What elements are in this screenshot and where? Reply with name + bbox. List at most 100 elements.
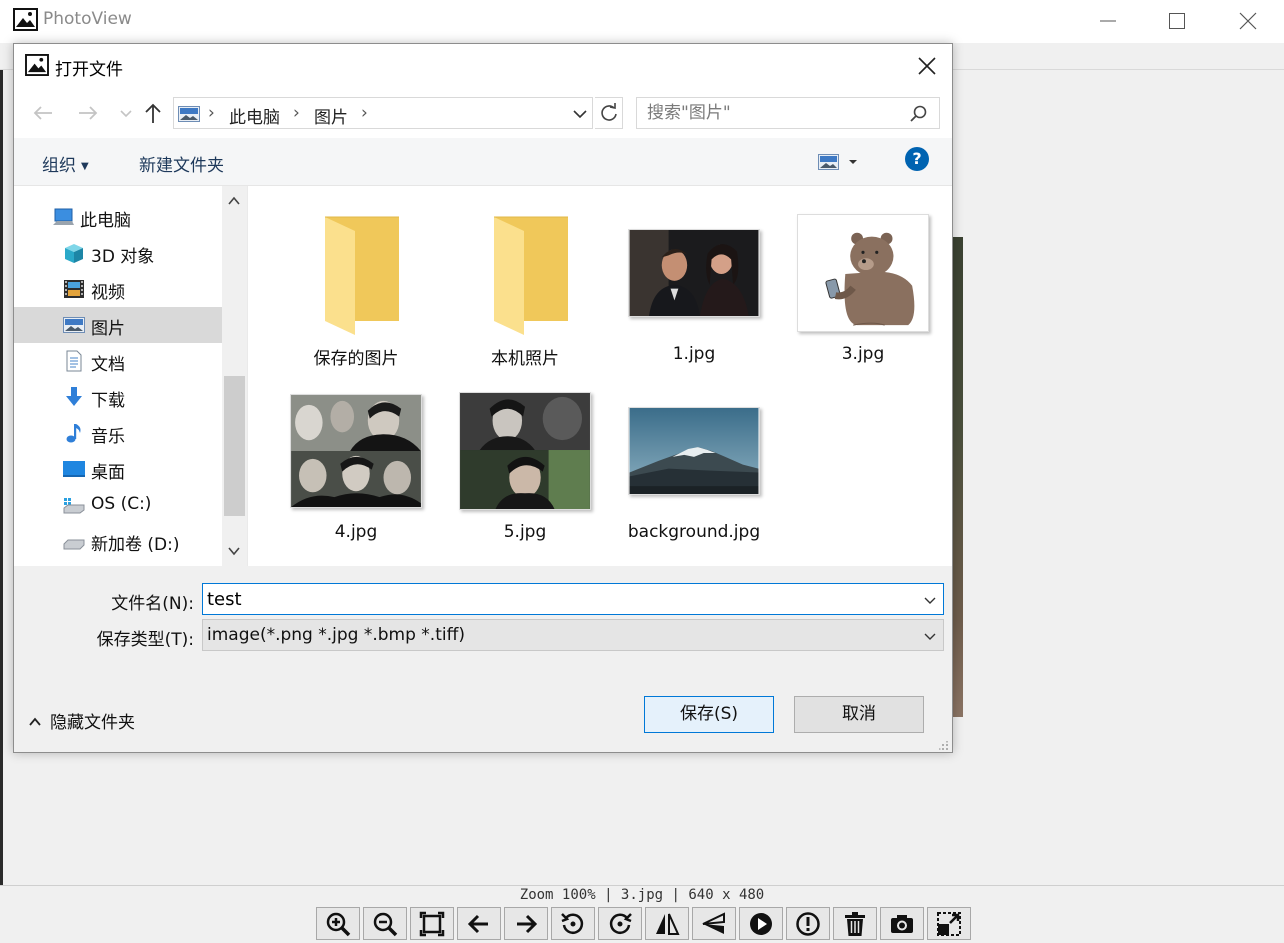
filetype-label: 保存类型(T):	[96, 630, 194, 650]
nav-item-this-pc[interactable]: 此电脑	[14, 199, 222, 235]
dialog-title: 打开文件	[55, 60, 123, 80]
file-item-image[interactable]: 1.jpg	[624, 208, 764, 378]
cancel-button[interactable]: 取消	[794, 696, 924, 733]
dialog-footer: 文件名(N): 保存类型(T): image(*.png *.jpg *.bmp…	[14, 566, 952, 752]
info-button[interactable]	[786, 907, 830, 940]
chevron-down-icon	[924, 633, 936, 640]
filename-label: 文件名(N):	[111, 594, 194, 614]
breadcrumb-separator: ›	[208, 103, 215, 123]
nav-item-drive-d[interactable]: 新加卷 (D:)	[14, 523, 222, 559]
file-item-image[interactable]: 3.jpg	[793, 208, 933, 378]
address-bar[interactable]: › 此电脑 › 图片 ›	[173, 97, 593, 129]
forward-arrow-icon[interactable]	[77, 102, 99, 124]
file-item-folder[interactable]: 保存的图片	[286, 208, 426, 378]
file-item-image[interactable]: 5.jpg	[455, 386, 595, 556]
nav-label: 3D 对象	[91, 247, 155, 267]
filename-field	[202, 583, 944, 615]
nav-label: OS (C:)	[91, 494, 152, 514]
scroll-up-icon[interactable]	[227, 194, 241, 208]
file-list: 保存的图片 本机照片 1.jpg 3.jpg 4.jpg 5.jpg backg…	[248, 186, 952, 566]
size-status: 640 x 480	[688, 887, 765, 903]
delete-button[interactable]	[833, 907, 877, 940]
open-file-dialog: 打开文件 › 此电脑 › 图片 › 组织 ▼ 新建文件夹	[13, 43, 953, 753]
filetype-select[interactable]: image(*.png *.jpg *.bmp *.tiff)	[202, 619, 944, 651]
nav-label: 新加卷 (D:)	[91, 535, 180, 555]
nav-label: 下载	[91, 391, 125, 411]
image-thumbnail	[459, 392, 591, 510]
nav-label: 文档	[91, 355, 125, 375]
play-icon	[750, 912, 772, 935]
breadcrumb-separator: ›	[293, 103, 300, 123]
change-view-button[interactable]	[814, 151, 864, 173]
window-close-button[interactable]	[1225, 6, 1271, 36]
camera-icon	[891, 914, 913, 933]
organize-menu-button[interactable]: 组织 ▼	[42, 151, 89, 176]
dialog-close-button[interactable]	[912, 52, 942, 80]
nav-item-drive-c[interactable]: OS (C:)	[14, 487, 222, 523]
zoom-out-icon	[373, 912, 398, 936]
minimize-button[interactable]	[1085, 6, 1131, 36]
scroll-down-icon[interactable]	[227, 544, 241, 558]
system-drive-icon	[63, 498, 85, 514]
nav-item-downloads[interactable]: 下载	[14, 379, 222, 415]
status-text: Zoom 100% | 3.jpg | 640 x 480	[519, 887, 765, 903]
hide-folders-toggle[interactable]: 隐藏文件夹	[28, 708, 135, 733]
next-button[interactable]	[504, 907, 548, 940]
previous-button[interactable]	[457, 907, 501, 940]
maximize-icon	[1169, 13, 1185, 29]
folder-icon	[325, 216, 399, 335]
breadcrumb-this-pc[interactable]: 此电脑	[229, 103, 280, 128]
zoom-status: Zoom 100%	[519, 887, 596, 903]
close-icon	[918, 57, 936, 75]
flip-horizontal-button[interactable]	[645, 907, 689, 940]
up-arrow-icon[interactable]	[142, 102, 164, 124]
file-name: 5.jpg	[503, 522, 547, 542]
resize-icon	[937, 911, 961, 936]
nav-item-videos[interactable]: 视频	[14, 271, 222, 307]
file-item-image[interactable]: 4.jpg	[286, 386, 426, 556]
fit-window-button[interactable]	[410, 907, 454, 940]
caret-down-icon: ▼	[81, 160, 89, 172]
nav-label: 图片	[91, 319, 125, 339]
nav-item-pictures[interactable]: 图片	[14, 307, 222, 343]
search-icon[interactable]	[909, 104, 929, 124]
maximize-button[interactable]	[1154, 6, 1200, 36]
screenshot-button[interactable]	[880, 907, 924, 940]
chevron-up-icon	[29, 717, 41, 726]
new-folder-button[interactable]: 新建文件夹	[139, 151, 224, 176]
rotate-right-button[interactable]	[598, 907, 642, 940]
save-button[interactable]: 保存(S)	[644, 696, 774, 733]
nav-item-music[interactable]: 音乐	[14, 415, 222, 451]
next-arrow-icon	[517, 914, 538, 933]
chevron-down-icon[interactable]	[570, 104, 590, 124]
photo-app-icon	[13, 8, 38, 31]
slideshow-play-button[interactable]	[739, 907, 783, 940]
nav-item-3d-objects[interactable]: 3D 对象	[14, 235, 222, 271]
scrollbar-thumb[interactable]	[224, 376, 245, 516]
breadcrumb-separator: ›	[361, 103, 368, 123]
search-input[interactable]	[637, 98, 907, 128]
file-item-folder[interactable]: 本机照片	[455, 208, 595, 378]
rotate-left-button[interactable]	[551, 907, 595, 940]
recent-locations-chevron-icon[interactable]	[115, 102, 137, 124]
nav-item-desktop[interactable]: 桌面	[14, 451, 222, 487]
image-thumbnail	[290, 394, 422, 508]
pictures-icon	[63, 317, 85, 333]
resize-button[interactable]	[927, 907, 971, 940]
help-button[interactable]: ?	[905, 147, 929, 171]
filename-input[interactable]	[203, 584, 913, 614]
search-box	[636, 97, 940, 129]
refresh-button[interactable]	[595, 97, 623, 129]
back-arrow-icon[interactable]	[32, 102, 54, 124]
file-item-image[interactable]: background.jpg	[624, 386, 764, 556]
nav-item-documents[interactable]: 文档	[14, 343, 222, 379]
zoom-in-button[interactable]	[316, 907, 360, 940]
previous-arrow-icon	[467, 914, 488, 933]
app-titlebar: PhotoView	[0, 0, 1284, 43]
resize-grip-icon[interactable]	[939, 741, 949, 751]
breadcrumb-pictures[interactable]: 图片	[314, 103, 348, 128]
flip-vertical-button[interactable]	[692, 907, 736, 940]
zoom-out-button[interactable]	[363, 907, 407, 940]
nav-scrollbar[interactable]	[222, 186, 247, 566]
chevron-down-icon[interactable]	[923, 593, 937, 607]
